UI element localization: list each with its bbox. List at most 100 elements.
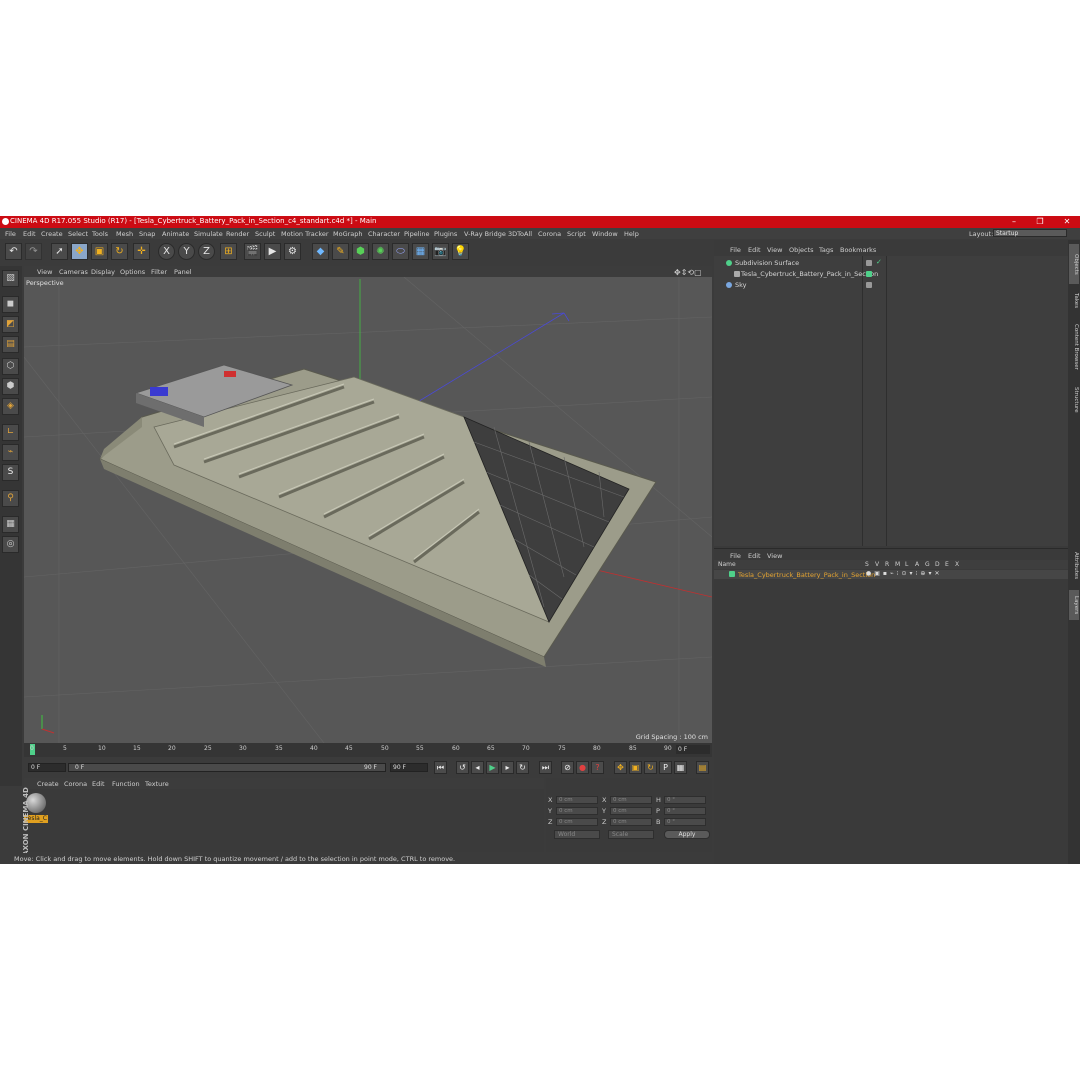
pos-y-field[interactable]: 0 cm [556,807,598,815]
layer-name[interactable]: Tesla_Cybertruck_Battery_Pack_in_Section [738,571,875,579]
om-menu-bookmarks[interactable]: Bookmarks [840,246,876,254]
menu-mograph[interactable]: MoGraph [333,230,363,238]
subdivision-surface-icon[interactable]: ⬢ [352,243,369,260]
rot-h-field[interactable]: 0 ° [664,796,706,804]
mat-menu-function[interactable]: Function [112,780,140,788]
transform-tool-icon[interactable]: ✛ [133,243,150,260]
camera-icon[interactable]: 📷 [432,243,449,260]
menu-create[interactable]: Create [41,230,63,238]
vp-menu-options[interactable]: Options [120,268,145,276]
menu-character[interactable]: Character [368,230,400,238]
light-icon[interactable]: 💡 [452,243,469,260]
autokey-icon[interactable]: ? [591,761,604,774]
menu-animate[interactable]: Animate [162,230,189,238]
menu-snap[interactable]: Snap [139,230,155,238]
object-name[interactable]: Subdivision Surface [735,259,799,267]
tab-content-browser[interactable]: Content Browser [1069,318,1079,376]
lm-menu-file[interactable]: File [730,552,741,560]
frame-range-slider[interactable]: 0 F 90 F [68,763,386,772]
menu-3dtoall[interactable]: 3DToAll [508,230,532,238]
coordinate-system-icon[interactable]: ⊞ [220,243,237,260]
next-frame-icon[interactable]: ▸ [501,761,514,774]
rot-b-field[interactable]: 0 ° [664,818,706,826]
play-forward-icon[interactable]: ▶ [486,761,499,774]
layout-select[interactable]: Startup [993,229,1067,237]
lm-menu-edit[interactable]: Edit [748,552,761,560]
pen-spline-icon[interactable]: ✎ [332,243,349,260]
pos-x-field[interactable]: 0 cm [556,796,598,804]
array-icon[interactable]: ✺ [372,243,389,260]
render-view-icon[interactable]: 🎬 [244,243,261,260]
axis-mode-icon[interactable]: ∟ [2,424,19,441]
menu-sculpt[interactable]: Sculpt [255,230,275,238]
apply-button[interactable]: Apply [664,830,710,839]
om-menu-file[interactable]: File [730,246,741,254]
object-row-subdivision[interactable]: Subdivision Surface ✓ [716,258,1066,268]
viewport-nav-icons[interactable]: ✥⇕⟲▢ [674,268,702,277]
key-scale-icon[interactable]: ▣ [629,761,642,774]
object-row-sky[interactable]: Sky [716,280,1066,290]
object-name[interactable]: Tesla_Cybertruck_Battery_Pack_in_Section [741,270,878,278]
object-row-battery-pack[interactable]: Tesla_Cybertruck_Battery_Pack_in_Section [716,269,1066,279]
edges-mode-icon[interactable]: ⬢ [2,378,19,395]
om-menu-objects[interactable]: Objects [789,246,814,254]
menu-vray-bridge[interactable]: V-Ray Bridge [464,230,506,238]
tab-objects[interactable]: Objects [1069,244,1079,284]
vp-menu-filter[interactable]: Filter [151,268,167,276]
mat-menu-edit[interactable]: Edit [92,780,105,788]
go-to-end-icon[interactable]: ⏭ [539,761,552,774]
om-menu-edit[interactable]: Edit [748,246,761,254]
size-x-field[interactable]: 0 cm [610,796,652,804]
tab-layers[interactable]: Layers [1069,590,1079,620]
tab-structure[interactable]: Structure [1069,380,1079,420]
menu-simulate[interactable]: Simulate [194,230,223,238]
timeline-icon[interactable]: ▤ [696,761,709,774]
menu-mesh[interactable]: Mesh [116,230,133,238]
render-picture-viewer-icon[interactable]: ▶ [264,243,281,260]
key-rotation-icon[interactable]: ↻ [644,761,657,774]
key-pla-icon[interactable]: ▦ [674,761,687,774]
previous-keyframe-icon[interactable]: ↺ [456,761,469,774]
visibility-icon[interactable] [866,260,872,266]
perspective-viewport[interactable]: Perspective Grid Spacing : 100 cm [24,277,712,743]
render-settings-icon[interactable]: ⚙ [284,243,301,260]
tweak-mode-icon[interactable]: ⌁ [2,444,19,461]
om-menu-view[interactable]: View [767,246,782,254]
enabled-check-icon[interactable]: ✓ [876,258,882,266]
undo-icon[interactable]: ↶ [5,243,22,260]
vp-menu-display[interactable]: Display [91,268,115,276]
record-active-icon[interactable]: ● [576,761,589,774]
y-axis-icon[interactable]: Y [178,243,195,260]
object-name[interactable]: Sky [735,281,747,289]
menu-help[interactable]: Help [624,230,639,238]
x-axis-icon[interactable]: X [158,243,175,260]
go-to-start-icon[interactable]: ⏮ [434,761,447,774]
record-keys-icon[interactable]: ⊘ [561,761,574,774]
menu-file[interactable]: File [5,230,16,238]
quantize-icon[interactable]: ⚲ [2,490,19,507]
vp-menu-cameras[interactable]: Cameras [59,268,88,276]
menu-corona[interactable]: Corona [538,230,561,238]
timeline-ruler[interactable]: 0 5 10 15 20 25 30 35 40 45 50 55 60 65 … [24,743,712,757]
tab-attributes[interactable]: Attributes [1069,546,1079,586]
menu-window[interactable]: Window [592,230,618,238]
points-mode-icon[interactable]: ⬡ [2,358,19,375]
lm-menu-view[interactable]: View [767,552,782,560]
start-frame-field[interactable]: 0 F [28,763,66,772]
maximize-button[interactable]: ❐ [1029,216,1051,228]
om-menu-tags[interactable]: Tags [819,246,833,254]
mat-menu-create[interactable]: Create [37,780,59,788]
vp-menu-view[interactable]: View [37,268,52,276]
texture-mode-icon[interactable]: ◩ [2,316,19,333]
key-position-icon[interactable]: ✥ [614,761,627,774]
redo-icon[interactable]: ↷ [25,243,42,260]
make-editable-icon[interactable]: ▧ [2,270,19,287]
minimize-button[interactable]: – [1003,216,1025,228]
previous-frame-icon[interactable]: ◂ [471,761,484,774]
pos-z-field[interactable]: 0 cm [556,818,598,826]
menu-motion-tracker[interactable]: Motion Tracker [281,230,329,238]
live-selection-icon[interactable]: ➚ [51,243,68,260]
menu-edit[interactable]: Edit [23,230,36,238]
coordinate-mode-select[interactable]: World [554,830,600,839]
mat-menu-texture[interactable]: Texture [145,780,169,788]
